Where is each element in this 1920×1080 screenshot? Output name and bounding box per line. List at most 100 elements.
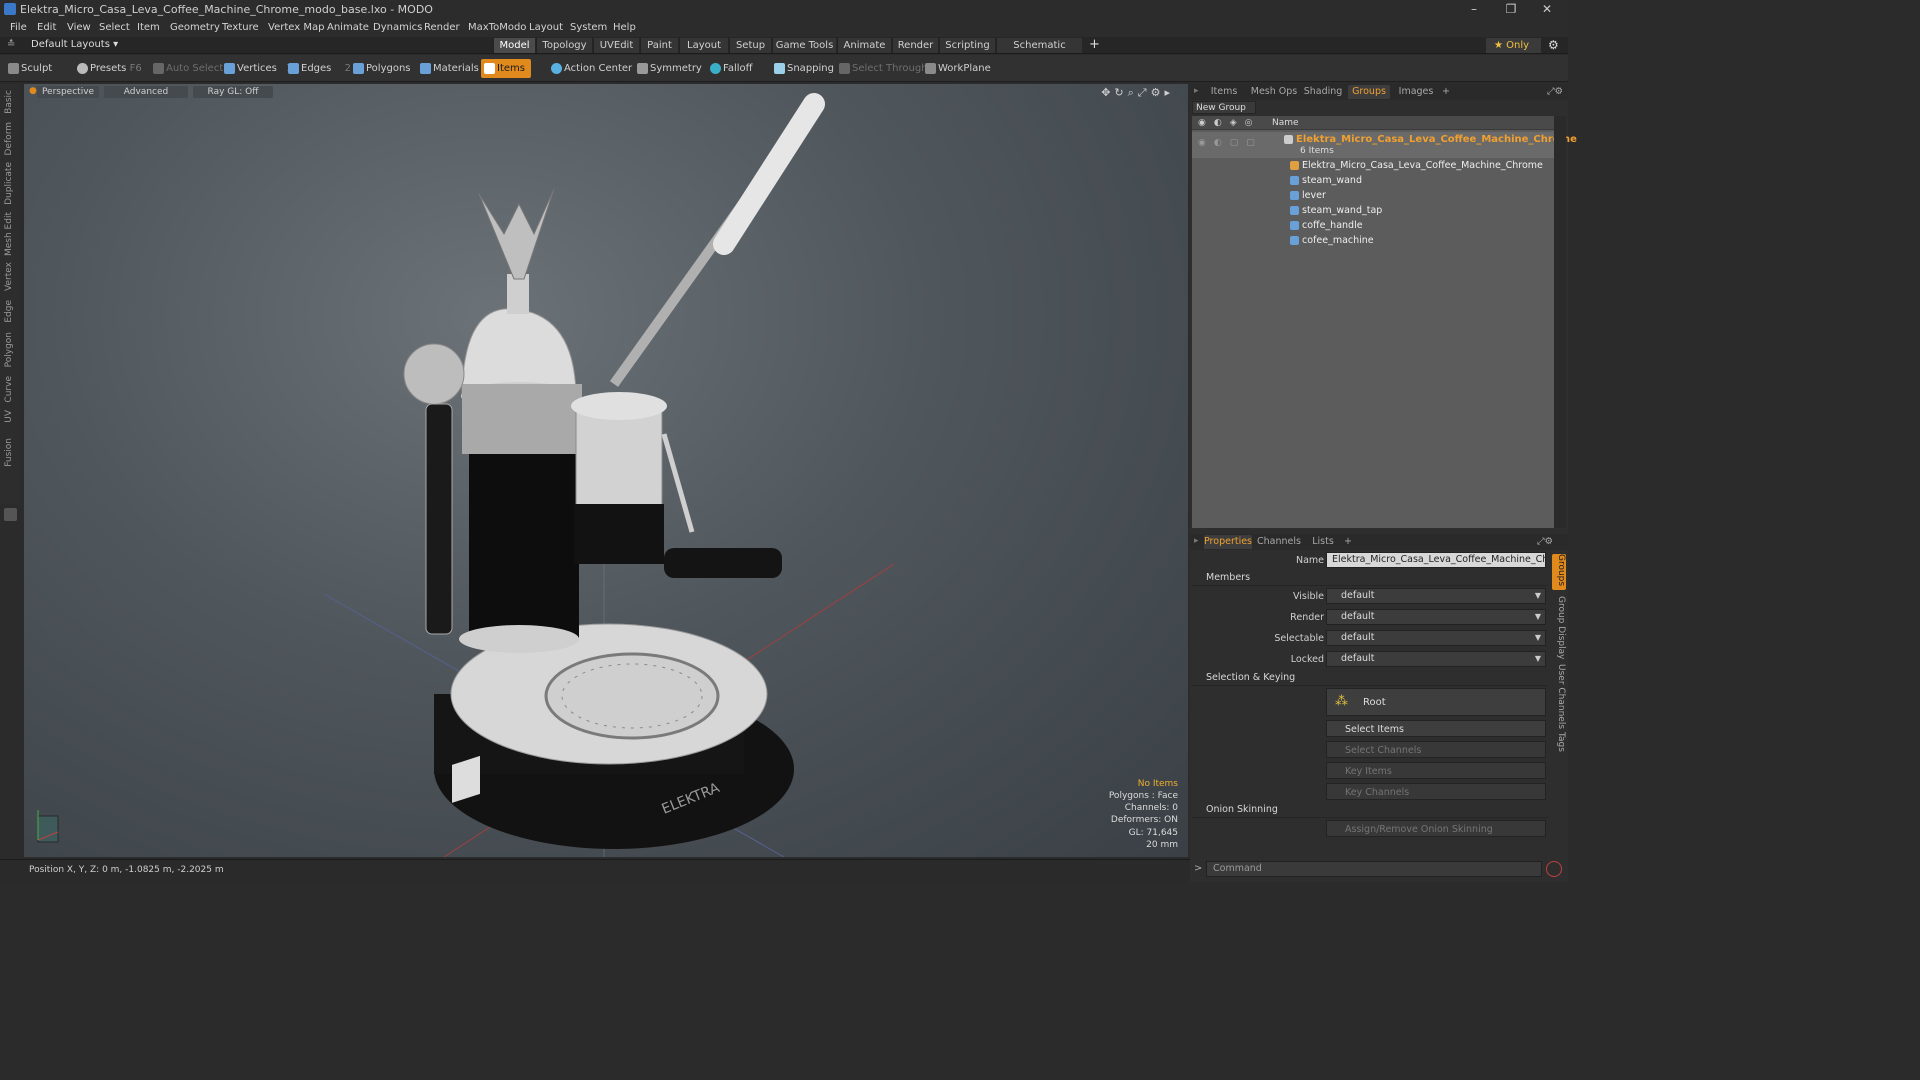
tree-item[interactable]: cofee_machine [1192, 233, 1554, 248]
tab-channels[interactable]: Channels [1256, 535, 1302, 549]
workplane-button[interactable]: WorkPlane [922, 59, 991, 78]
add-scene-tab-icon[interactable]: + [1440, 85, 1452, 99]
tab-properties[interactable]: Properties [1204, 535, 1252, 549]
close-button[interactable]: ✕ [1528, 0, 1566, 19]
side-tab-user-channels[interactable]: User Channels [1552, 664, 1566, 729]
tab-schematic-fusion[interactable]: Schematic Fusion [996, 38, 1082, 66]
left-panel-toggle[interactable] [4, 508, 17, 521]
tab-render[interactable]: Render [892, 38, 938, 53]
left-tab-polygon[interactable]: Polygon [4, 332, 16, 367]
tab-setup[interactable]: Setup [729, 38, 771, 53]
tab-layout[interactable]: Layout [679, 38, 728, 53]
menu-texture[interactable]: Texture [222, 22, 259, 33]
presets-button[interactable]: Presets F6 [74, 59, 142, 78]
menu-render[interactable]: Render [424, 22, 460, 33]
edges-button[interactable]: Edges 2 [285, 59, 351, 78]
viewport-nav-icons[interactable]: ✥↻⌕⤢⚙▸ [1101, 86, 1174, 100]
symmetry-button[interactable]: Symmetry [634, 59, 702, 78]
render-dropdown[interactable]: default ▼ [1326, 609, 1546, 625]
select-through-button[interactable]: Select Through [836, 59, 928, 78]
left-tab-edge[interactable]: Edge [4, 300, 16, 323]
sculpt-button[interactable]: Sculpt [5, 59, 52, 78]
tab-images[interactable]: Images [1394, 85, 1438, 99]
command-clear-icon[interactable] [1546, 861, 1562, 877]
vertices-button[interactable]: Vertices 1 [221, 59, 292, 78]
key-items-button[interactable]: Key Items [1326, 762, 1546, 779]
tree-item[interactable]: lever [1192, 188, 1554, 203]
menu-geometry[interactable]: Geometry [170, 22, 220, 33]
expand-properties-icon[interactable]: ⤢⚙ [1534, 535, 1556, 549]
viewport-options-icon[interactable]: ● [29, 86, 37, 96]
left-tab-uv[interactable]: UV [4, 410, 16, 423]
column-toggle-icons[interactable]: ◉◐◈◎ [1198, 118, 1260, 128]
left-tab-deform[interactable]: Deform [4, 122, 16, 155]
expand-panel-icon[interactable]: ⤢⚙ [1544, 85, 1566, 99]
menu-vertex-map[interactable]: Vertex Map [268, 22, 324, 33]
side-tab-groups[interactable]: Groups [1552, 554, 1566, 590]
view-type-button[interactable]: Perspective [37, 86, 99, 98]
name-field[interactable]: Elektra_Micro_Casa_Leva_Coffee_Machine_C… [1326, 552, 1546, 568]
add-properties-tab-icon[interactable]: + [1342, 535, 1354, 549]
menu-animate[interactable]: Animate [327, 22, 369, 33]
menu-select[interactable]: Select [99, 22, 130, 33]
tree-item[interactable]: steam_wand_tap [1192, 203, 1554, 218]
tab-game-tools[interactable]: Game Tools [772, 38, 836, 53]
items-button[interactable]: Items [481, 59, 531, 78]
select-items-button[interactable]: Select Items [1326, 720, 1546, 737]
command-input[interactable]: Command [1206, 861, 1542, 877]
restore-button[interactable]: ❐ [1492, 0, 1530, 19]
3d-viewport[interactable]: ELEKTRA ● Perspective Advanced Ray GL: O… [24, 84, 1188, 857]
root-button[interactable]: ⁂ Root [1326, 688, 1546, 716]
tab-groups[interactable]: Groups [1348, 85, 1390, 99]
select-channels-button[interactable]: Select Channels [1326, 741, 1546, 758]
tree-item[interactable]: coffe_handle [1192, 218, 1554, 233]
tab-uvedit[interactable]: UVEdit [593, 38, 639, 53]
menu-system[interactable]: System [570, 22, 607, 33]
tree-item[interactable]: steam_wand [1192, 173, 1554, 188]
settings-gear-icon[interactable]: ⚙ [1548, 38, 1559, 52]
tree-item[interactable]: Elektra_Micro_Casa_Leva_Coffee_Machine_C… [1192, 158, 1554, 173]
add-tab-icon[interactable]: + [1089, 37, 1100, 52]
key-channels-button[interactable]: Key Channels [1326, 783, 1546, 800]
locked-dropdown[interactable]: default ▼ [1326, 651, 1546, 667]
tab-topology[interactable]: Topology [536, 38, 592, 53]
menu-file[interactable]: File [10, 22, 27, 33]
menu-layout[interactable]: Layout [529, 22, 563, 33]
menu-help[interactable]: Help [613, 22, 636, 33]
falloff-button[interactable]: Falloff [707, 59, 753, 78]
new-group-button[interactable]: New Group [1192, 101, 1256, 114]
row-visibility-icons[interactable]: ◉◐▢▢ [1198, 138, 1263, 148]
only-toggle[interactable]: ★ Only [1486, 38, 1541, 53]
selectable-dropdown[interactable]: default ▼ [1326, 630, 1546, 646]
menu-maxtomodo[interactable]: MaxToModo [468, 22, 526, 33]
left-tab-basic[interactable]: Basic [4, 90, 16, 114]
visible-dropdown[interactable]: default ▼ [1326, 588, 1546, 604]
properties-menu-icon[interactable]: ▸ [1194, 536, 1199, 546]
members-section[interactable]: Members [1192, 572, 1548, 586]
menu-view[interactable]: View [67, 22, 91, 33]
keying-section[interactable]: Selection & Keying [1192, 672, 1548, 686]
left-tab-fusion[interactable]: Fusion [4, 438, 16, 467]
panel-menu-icon[interactable]: ▸ [1194, 86, 1199, 96]
minimize-button[interactable]: – [1455, 0, 1493, 19]
tab-shading[interactable]: Shading [1302, 85, 1344, 99]
left-tab-duplicate[interactable]: Duplicate [4, 162, 16, 205]
tab-model[interactable]: Model [493, 38, 535, 53]
action-center-button[interactable]: Action Center [548, 59, 632, 78]
shading-mode-button[interactable]: Advanced [104, 86, 188, 98]
layout-selector[interactable]: Default Layouts ▾ [31, 39, 118, 50]
tab-paint[interactable]: Paint [640, 38, 678, 53]
menu-dynamics[interactable]: Dynamics [373, 22, 422, 33]
menu-edit[interactable]: Edit [37, 22, 56, 33]
menu-item[interactable]: Item [137, 22, 160, 33]
tab-items[interactable]: Items [1204, 85, 1244, 99]
tab-lists[interactable]: Lists [1306, 535, 1340, 549]
left-tab-curve[interactable]: Curve [4, 376, 16, 403]
side-tab-tags[interactable]: Tags [1552, 732, 1566, 752]
polygons-button[interactable]: Polygons [350, 59, 411, 78]
left-tab-mesh-edit[interactable]: Mesh Edit [4, 212, 16, 256]
group-row-root[interactable]: ◉◐▢▢ Elektra_Micro_Casa_Leva_Coffee_Mach… [1192, 132, 1577, 158]
left-tab-vertex[interactable]: Vertex [4, 262, 16, 291]
materials-button[interactable]: Materials [417, 59, 479, 78]
snapping-button[interactable]: Snapping [771, 59, 834, 78]
